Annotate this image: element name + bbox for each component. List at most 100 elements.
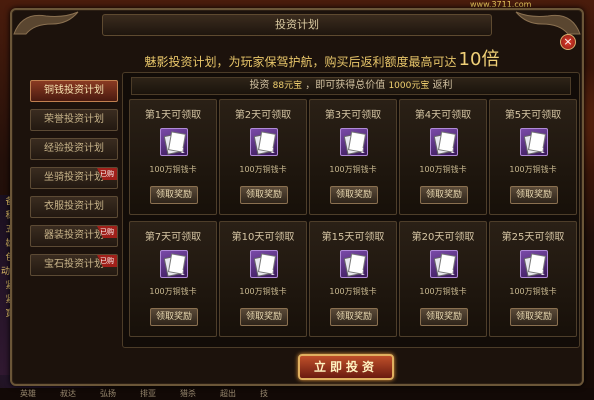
bottom-menu-item[interactable]: 弘扬 [100,388,116,400]
promo-text: 魅影投资计划，为玩家保驾护航，购买后返利额度最高可达 [144,55,457,69]
reward-card: 第3天可领取 1 100万铜钱卡领取奖励 [309,99,397,215]
reward-item-name: 100万铜钱卡 [419,165,467,174]
reward-day: 第15天可领取 [321,232,385,243]
item-quantity: 1 [450,147,455,155]
copper-card-icon[interactable]: 1 [160,250,188,278]
reward-card: 第15天可领取 1 100万铜钱卡领取奖励 [309,221,397,337]
claim-reward-button[interactable]: 领取奖励 [510,308,558,326]
reward-card: 第10天可领取 1 100万铜钱卡领取奖励 [219,221,307,337]
invest-amount: 88元宝 [272,81,303,91]
dragon-ornament-icon [515,11,581,35]
bottom-menu-item[interactable]: 叔达 [60,388,76,400]
reward-day: 第20天可领取 [411,232,475,243]
invest-value: 1000元宝 [388,81,430,91]
invest-suffix: 返利 [432,80,453,91]
sidebar-item-label: 宝石投资计划 [44,259,104,270]
reward-item-name: 100万铜钱卡 [419,287,467,296]
promo-multiplier: 10倍 [458,49,500,70]
claim-reward-button[interactable]: 领取奖励 [150,308,198,326]
bottom-menu-bar: 英雄 叔达 弘扬 排亚 猎杀 超出 技 [0,388,594,400]
reward-item-name: 100万铜钱卡 [509,287,557,296]
reward-card: 第20天可领取 1 100万铜钱卡领取奖励 [399,221,487,337]
reward-card: 第25天可领取 1 100万铜钱卡领取奖励 [489,221,577,337]
bottom-menu-item[interactable]: 猎杀 [180,388,196,400]
dialog-title: 投资计划 [102,14,492,36]
bottom-menu-item[interactable]: 超出 [220,388,236,400]
sidebar-item-label: 铜钱投资计划 [44,85,104,96]
claim-reward-button[interactable]: 领取奖励 [240,308,288,326]
sidebar-item-label: 坐骑投资计划 [44,172,104,183]
reward-content: 投资 88元宝 ，即可获得总价值 1000元宝 返利 第1天可领取 1 100万铜钱… [122,72,580,348]
bottom-menu-item[interactable]: 排亚 [140,388,156,400]
sidebar-item-label: 经验投资计划 [44,143,104,154]
item-quantity: 1 [360,147,365,155]
sidebar-item-gem[interactable]: 宝石投资计划 已购 [30,254,118,276]
plan-sidebar: 铜钱投资计划 荣誉投资计划 经验投资计划 坐骑投资计划 已购 衣服投资计划 器装… [30,80,122,283]
promo-headline: 魅影投资计划，为玩家保驾护航，购买后返利额度最高可达 10倍 [112,46,532,70]
bottom-menu-item[interactable]: 英雄 [20,388,36,400]
reward-card: 第1天可领取 1 100万铜钱卡领取奖励 [129,99,217,215]
sidebar-item-copper[interactable]: 铜钱投资计划 [30,80,118,102]
claim-reward-button[interactable]: 领取奖励 [420,186,468,204]
reward-day: 第25天可领取 [501,232,565,243]
item-quantity: 1 [360,269,365,277]
item-quantity: 1 [270,147,275,155]
invest-middle: ，即可获得总价值 [305,80,386,91]
sidebar-item-equipment[interactable]: 器装投资计划 已购 [30,225,118,247]
claim-reward-button[interactable]: 领取奖励 [420,308,468,326]
item-quantity: 1 [540,147,545,155]
invest-summary: 投资 88元宝 ，即可获得总价值 1000元宝 返利 [131,77,571,95]
copper-card-icon[interactable]: 1 [160,128,188,156]
item-quantity: 1 [540,269,545,277]
reward-item-name: 100万铜钱卡 [149,165,197,174]
reward-day: 第5天可领取 [504,110,562,121]
reward-item-name: 100万铜钱卡 [329,165,377,174]
copper-card-icon[interactable]: 1 [430,250,458,278]
item-quantity: 1 [180,269,185,277]
copper-card-icon[interactable]: 1 [250,250,278,278]
sidebar-item-label: 衣服投资计划 [44,201,104,212]
sidebar-item-label: 荣誉投资计划 [44,114,104,125]
item-quantity: 1 [180,147,185,155]
reward-card: 第7天可领取 1 100万铜钱卡领取奖励 [129,221,217,337]
item-quantity: 1 [270,269,275,277]
reward-item-name: 100万铜钱卡 [329,287,377,296]
dragon-ornament-icon [13,11,79,35]
copper-card-icon[interactable]: 1 [520,128,548,156]
claim-reward-button[interactable]: 领取奖励 [240,186,288,204]
reward-day: 第7天可领取 [144,232,202,243]
reward-item-name: 100万铜钱卡 [239,287,287,296]
bottom-menu-item[interactable]: 技 [260,388,268,400]
copper-card-icon[interactable]: 1 [250,128,278,156]
sidebar-item-clothes[interactable]: 衣服投资计划 [30,196,118,218]
copper-card-icon[interactable]: 1 [520,250,548,278]
reward-card: 第5天可领取 1 100万铜钱卡领取奖励 [489,99,577,215]
claim-reward-button[interactable]: 领取奖励 [330,186,378,204]
copper-card-icon[interactable]: 1 [430,128,458,156]
reward-item-name: 100万铜钱卡 [509,165,557,174]
claim-reward-button[interactable]: 领取奖励 [330,308,378,326]
reward-day: 第10天可领取 [231,232,295,243]
sidebar-item-mount[interactable]: 坐骑投资计划 已购 [30,167,118,189]
invest-now-button[interactable]: 立即投资 [298,354,394,380]
item-quantity: 1 [450,269,455,277]
investment-dialog: 投资计划 × 魅影投资计划，为玩家保驾护航，购买后返利额度最高可达 10倍 铜钱… [10,8,584,386]
copper-card-icon[interactable]: 1 [340,128,368,156]
claim-reward-button[interactable]: 领取奖励 [510,186,558,204]
claim-reward-button[interactable]: 领取奖励 [150,186,198,204]
reward-item-name: 100万铜钱卡 [149,287,197,296]
copper-card-icon[interactable]: 1 [340,250,368,278]
sidebar-item-exp[interactable]: 经验投资计划 [30,138,118,160]
reward-day: 第1天可领取 [144,110,202,121]
reward-day: 第3天可领取 [324,110,382,121]
invest-prefix: 投资 [249,80,270,91]
reward-day: 第2天可领取 [234,110,292,121]
reward-day: 第4天可领取 [414,110,472,121]
reward-item-name: 100万铜钱卡 [239,165,287,174]
reward-card: 第2天可领取 1 100万铜钱卡领取奖励 [219,99,307,215]
reward-grid: 第1天可领取 1 100万铜钱卡 领取奖励 第2天可领取 1 100万铜钱卡 领取奖励 第3天可… [129,99,577,337]
reward-card: 第4天可领取 1 100万铜钱卡领取奖励 [399,99,487,215]
close-button[interactable]: × [560,34,576,50]
sidebar-item-honor[interactable]: 荣誉投资计划 [30,109,118,131]
sidebar-item-label: 器装投资计划 [44,230,104,241]
